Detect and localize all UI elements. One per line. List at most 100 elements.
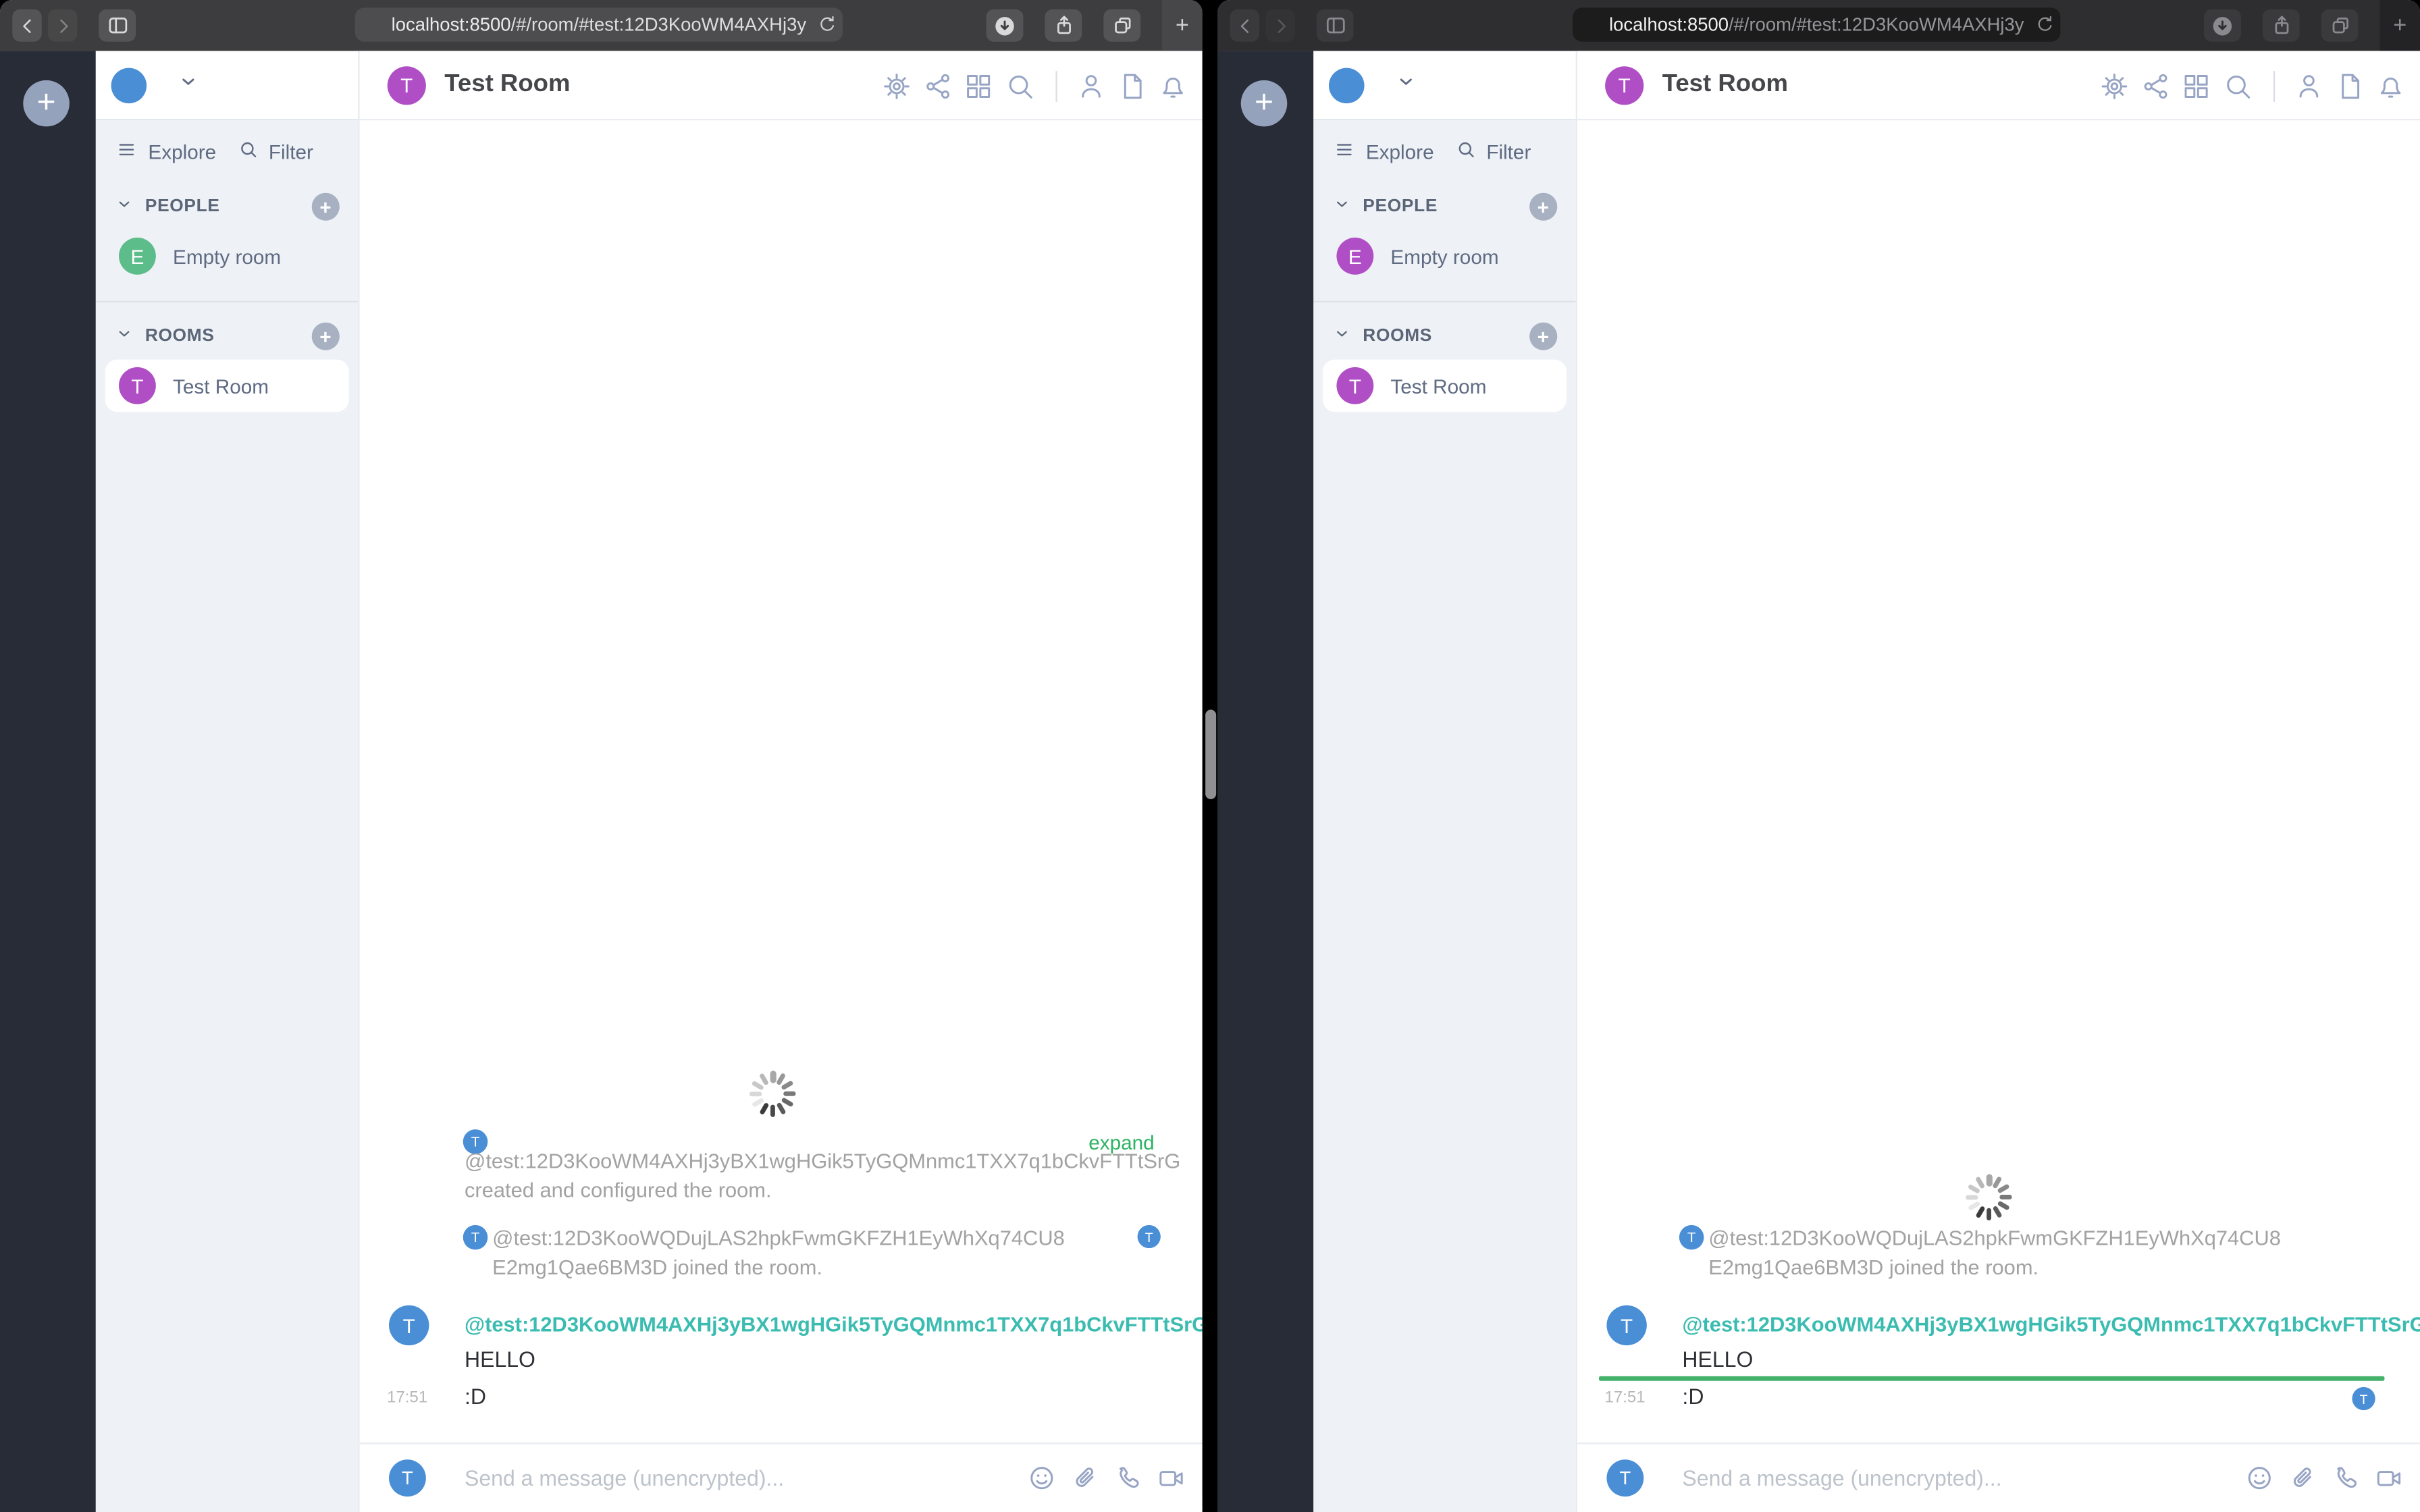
downloads-button[interactable] [986,9,1024,42]
forward-button[interactable] [47,9,78,42]
room-header: T Test Room [1577,51,2420,121]
tab-overview-button[interactable] [1103,9,1141,42]
user-avatar[interactable] [111,67,147,103]
downloads-button[interactable] [2204,9,2241,42]
event-text: @test:12D3KooWQDujLAS2hpkFwmGKFZH1EyWhXq… [1708,1226,2281,1250]
emoji-icon[interactable] [1026,1463,1057,1494]
members-icon[interactable] [1076,70,1107,101]
people-section-header[interactable]: PEOPLE + [115,192,340,221]
chevron-down-icon [115,325,132,347]
attachment-paperclip-icon[interactable] [1070,1463,1101,1494]
add-room-button[interactable]: + [311,322,340,350]
reload-icon[interactable] [816,14,838,36]
read-receipt-avatar[interactable]: T [1137,1224,1161,1249]
sidebar-toggle-icon[interactable] [99,9,136,42]
message-input[interactable] [1682,1465,2244,1490]
message-body: :D [465,1384,487,1409]
voice-call-icon[interactable] [2330,1463,2361,1494]
message-sender[interactable]: @test:12D3KooWM4AXHj3yBX1wgHGik5TyGQMnmc… [465,1313,1203,1336]
share-room-icon[interactable] [922,70,953,101]
explore-button[interactable]: Explore [148,140,216,163]
notifications-bell-icon[interactable] [2375,70,2406,101]
space-rail: + [1217,51,1314,1512]
tab-overview-button[interactable] [2321,9,2359,42]
event-avatar[interactable]: T [1679,1224,1704,1250]
message-body: HELLO [1682,1347,1754,1372]
room-avatar: E [1336,238,1374,275]
user-menu-chevron-icon[interactable] [178,70,199,99]
sidebar-toggle-icon[interactable] [1316,9,1354,42]
user-menu-chevron-icon[interactable] [1395,70,1417,99]
address-bar[interactable]: localhost:8500/#/room/#test:12D3KooWM4AX… [354,7,843,42]
unread-marker-line [1599,1376,2385,1380]
rooms-section-header[interactable]: ROOMS + [1334,322,1558,350]
search-room-icon[interactable] [2221,70,2253,101]
files-icon[interactable] [1117,70,1148,101]
back-button[interactable] [12,9,42,42]
composer-avatar: T [1606,1459,1644,1497]
video-call-icon[interactable] [1156,1463,1187,1494]
message-avatar[interactable]: T [1606,1305,1647,1346]
room-title: Test Room [444,71,571,97]
search-room-icon[interactable] [1004,70,1035,101]
notifications-bell-icon[interactable] [1157,70,1188,101]
settings-gear-icon[interactable] [881,70,912,101]
event-text: @test:12D3KooWQDujLAS2hpkFwmGKFZH1EyWhXq… [492,1226,1065,1250]
apps-grid-icon[interactable] [2181,70,2212,101]
event-avatar[interactable]: T [463,1224,488,1250]
user-avatar[interactable] [1329,67,1365,103]
room-list-panel: Explore Filter PEOPLE + E Empty room ROO… [1313,51,2420,1512]
new-tab-button[interactable]: + [1162,0,1203,51]
reload-icon[interactable] [2034,14,2056,36]
space-rail: + [0,51,96,1512]
share-room-icon[interactable] [2140,70,2171,101]
browser-toolbar: localhost:8500/#/room/#test:12D3KooWM4AX… [1217,0,2420,51]
files-icon[interactable] [2334,70,2365,101]
search-icon[interactable] [1456,139,1477,165]
scrollbar-thumb[interactable] [1205,709,1217,799]
explore-icon[interactable] [1334,139,1355,165]
room-header: T Test Room [359,51,1203,121]
filter-input[interactable]: Filter [269,140,313,163]
browser-toolbar: localhost:8500/#/room/#test:12D3KooWM4AX… [0,0,1203,51]
members-icon[interactable] [2294,70,2325,101]
chat-panel: T Test Room T @test:12D3KooWQDujLAS2hpkF… [1575,51,2420,1512]
section-divider [95,300,359,303]
message-timestamp: 17:51 [387,1388,428,1407]
new-tab-button[interactable]: + [2379,0,2420,51]
settings-gear-icon[interactable] [2099,70,2130,101]
message-avatar[interactable]: T [389,1305,429,1346]
explore-button[interactable]: Explore [1366,140,1434,163]
search-icon[interactable] [238,139,259,165]
room-list-item-test-room[interactable]: T Test Room [1322,359,1567,412]
room-header-avatar[interactable]: T [1605,65,1644,105]
message-sender[interactable]: @test:12D3KooWM4AXHj3yBX1wgHGik5TyGQMnmc… [1682,1313,2420,1336]
create-space-button[interactable]: + [23,80,70,127]
filter-input[interactable]: Filter [1486,140,1531,163]
emoji-icon[interactable] [2244,1463,2275,1494]
create-space-button[interactable]: + [1240,80,1288,127]
room-list-item-empty-room[interactable]: E Empty room [105,230,1203,1510]
message-input[interactable] [465,1465,1027,1490]
add-room-button[interactable]: + [1529,322,1558,350]
share-button[interactable] [1045,9,1082,42]
attachment-paperclip-icon[interactable] [2287,1463,2318,1494]
rooms-section-header[interactable]: ROOMS + [115,322,340,350]
voice-call-icon[interactable] [1113,1463,1144,1494]
share-button[interactable] [2262,9,2300,42]
people-section-header[interactable]: PEOPLE + [1334,192,1558,221]
explore-icon[interactable] [115,139,137,165]
room-header-avatar[interactable]: T [387,65,426,105]
address-bar[interactable]: localhost:8500/#/room/#test:12D3KooWM4AX… [1573,7,2061,42]
read-receipt-avatar[interactable]: T [2352,1386,2375,1411]
composer-avatar: T [389,1459,426,1497]
forward-button[interactable] [1265,9,1295,42]
video-call-icon[interactable] [2373,1463,2404,1494]
back-button[interactable] [1230,9,1260,42]
room-list-item-test-room[interactable]: T Test Room [105,359,349,412]
room-list-item-empty-room[interactable]: E Empty room [1323,230,2420,1510]
url-host: localhost:8500 [391,14,511,36]
apps-grid-icon[interactable] [963,70,994,101]
add-people-button[interactable]: + [1529,192,1558,221]
add-people-button[interactable]: + [311,192,340,221]
